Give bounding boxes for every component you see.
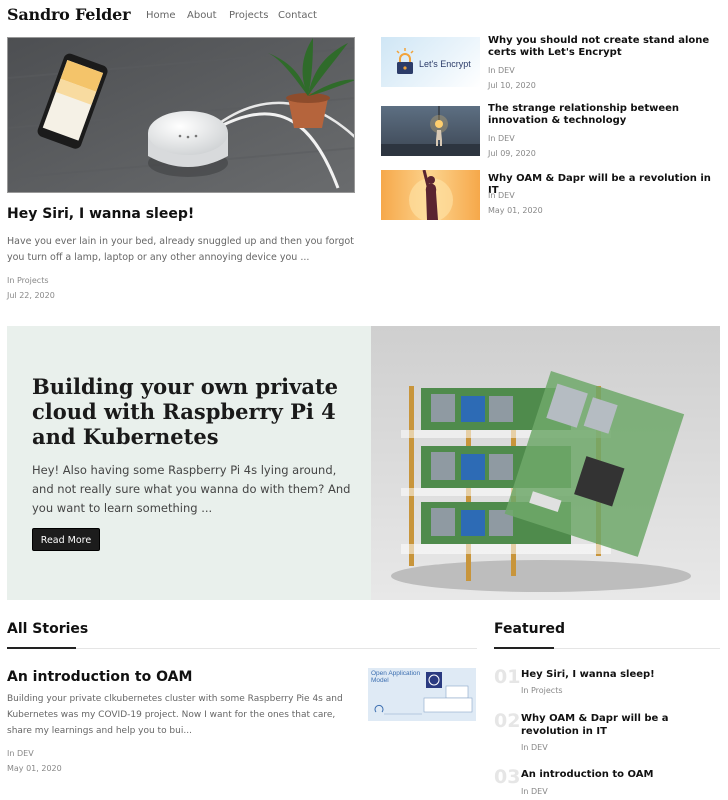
story-thumb-oam[interactable]: Open Application Model	[368, 668, 476, 721]
featured-category-1[interactable]: In Projects	[521, 686, 563, 695]
hero-post-date: Jul 22, 2020	[7, 291, 55, 300]
banner-image-raspberry-cluster[interactable]	[371, 326, 720, 600]
side-post-thumb-innovation[interactable]	[381, 106, 480, 156]
side-post-date-1: Jul 10, 2020	[488, 81, 536, 90]
side-post-date-2: Jul 09, 2020	[488, 149, 536, 158]
featured-title-2[interactable]: Why OAM & Dapr will be a revolution in I…	[521, 712, 721, 738]
nav-link-contact[interactable]: Contact	[278, 10, 317, 21]
hero-post-title[interactable]: Hey Siri, I wanna sleep!	[7, 206, 194, 222]
story-category-1[interactable]: In DEV	[7, 749, 34, 758]
featured-category-2[interactable]: In DEV	[521, 743, 548, 752]
story-date-1: May 01, 2020	[7, 764, 62, 773]
banner-excerpt: Hey! Also having some Raspberry Pi 4s ly…	[32, 463, 351, 515]
side-post-category-3[interactable]: In DEV	[488, 191, 515, 200]
oam-thumb-text: Open Application Model	[371, 670, 421, 684]
hero-post-category[interactable]: In Projects	[7, 276, 49, 285]
featured-number-2: 02	[494, 710, 521, 732]
side-post-thumb-letsencrypt[interactable]: Let's Encrypt	[381, 37, 480, 87]
featured-number-3: 03	[494, 766, 521, 788]
story-title-1[interactable]: An introduction to OAM	[7, 669, 192, 685]
nav-link-home[interactable]: Home	[146, 10, 176, 21]
all-stories-underline	[7, 647, 76, 649]
featured-title-1[interactable]: Hey Siri, I wanna sleep!	[521, 668, 721, 681]
all-stories-divider	[7, 648, 477, 649]
featured-underline	[494, 647, 554, 649]
all-stories-heading: All Stories	[7, 621, 89, 637]
hero-image[interactable]	[7, 37, 355, 193]
side-post-date-3: May 01, 2020	[488, 206, 543, 215]
banner-title[interactable]: Building your own private cloud with Ras…	[32, 374, 362, 449]
featured-heading: Featured	[494, 621, 566, 637]
nav-link-projects[interactable]: Projects	[229, 10, 268, 21]
site-brand[interactable]: Sandro Felder	[7, 5, 131, 24]
letsencrypt-logo-text: Let's Encrypt	[419, 59, 471, 69]
hero-post-excerpt: Have you ever lain in your bed, already …	[7, 236, 354, 263]
read-more-button[interactable]: Read More	[32, 528, 100, 551]
side-post-thumb-oam-dapr[interactable]	[381, 170, 480, 220]
featured-number-1: 01	[494, 666, 521, 688]
side-post-title-1[interactable]: Why you should not create stand alone ce…	[488, 35, 720, 59]
side-post-category-2[interactable]: In DEV	[488, 134, 515, 143]
side-post-category-1[interactable]: In DEV	[488, 66, 515, 75]
side-post-title-3[interactable]: Why OAM & Dapr will be a revolution in I…	[488, 173, 720, 197]
nav-link-about[interactable]: About	[187, 10, 217, 21]
side-post-title-2[interactable]: The strange relationship between innovat…	[488, 103, 720, 127]
story-excerpt-1: Building your private clkubernetes clust…	[7, 694, 343, 736]
featured-category-3[interactable]: In DEV	[521, 787, 548, 796]
featured-title-3[interactable]: An introduction to OAM	[521, 768, 721, 781]
top-nav: Sandro Felder Home About Projects Contac…	[0, 0, 728, 34]
